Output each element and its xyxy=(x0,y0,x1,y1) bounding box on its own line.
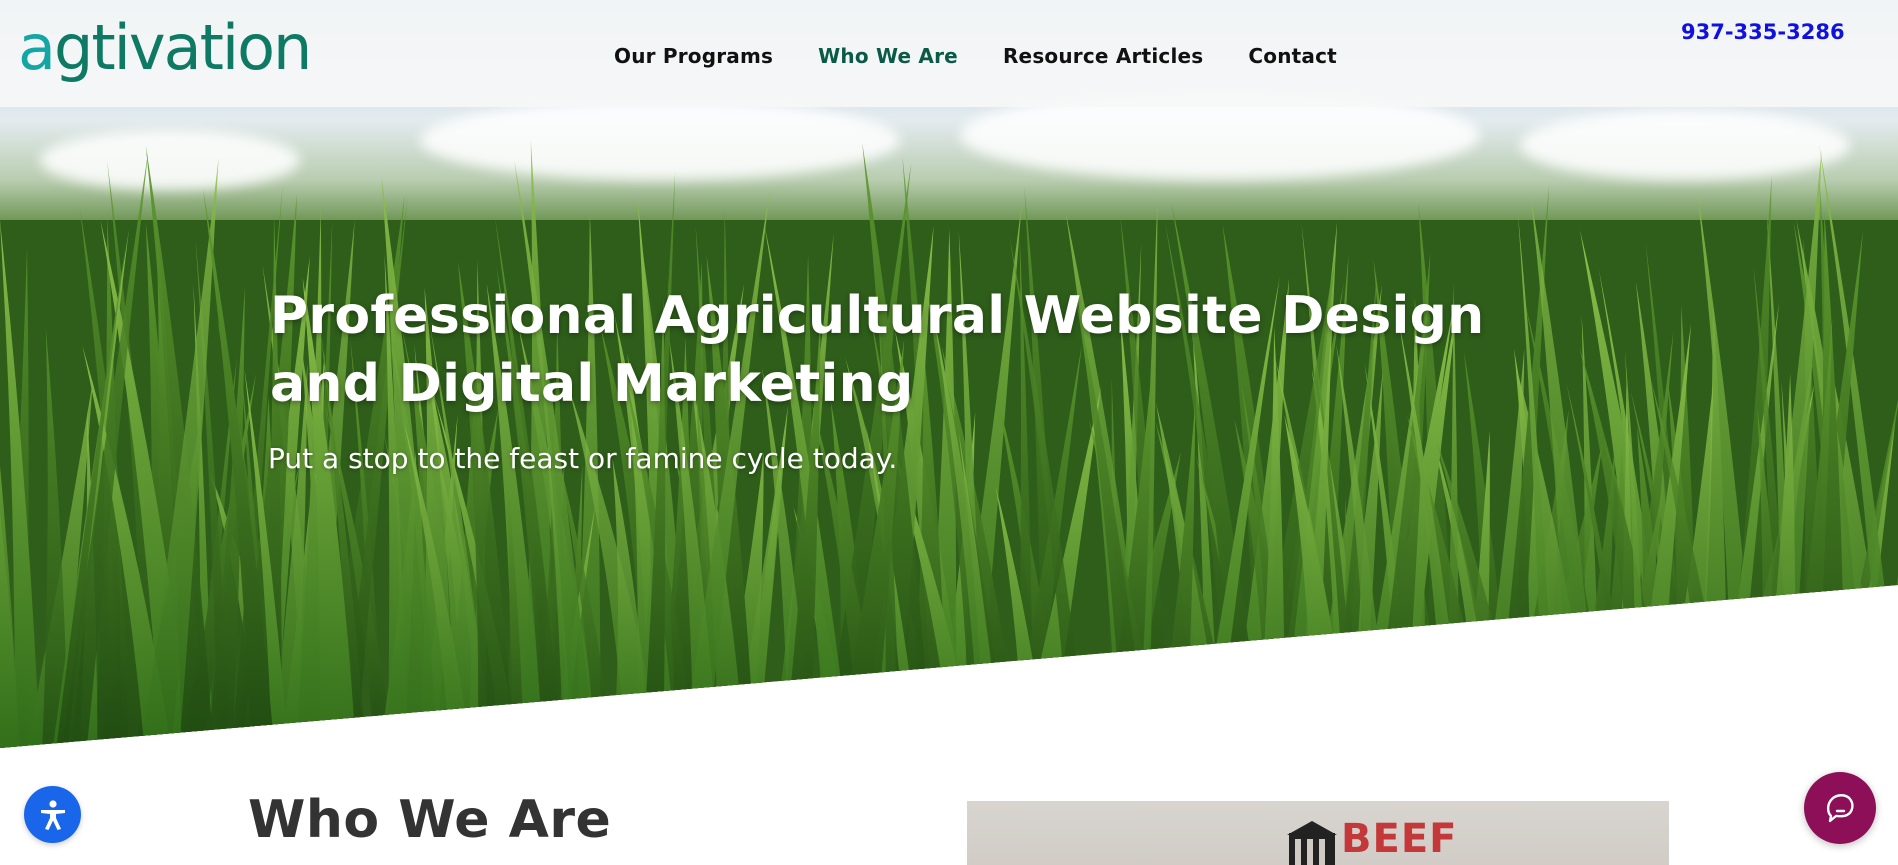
beef-sign-text: BEEF xyxy=(1341,816,1458,862)
nav-resource-articles[interactable]: Resource Articles xyxy=(1003,44,1203,68)
hero-title: Professional Agricultural Website Design… xyxy=(270,286,1485,414)
agtivation-logo[interactable]: agtivation xyxy=(18,8,312,88)
chat-bubble-icon xyxy=(1826,794,1854,823)
main-navigation: Our Programs Who We Are Resource Article… xyxy=(614,44,1382,68)
who-we-are-heading: Who We Are xyxy=(248,790,612,850)
nav-contact[interactable]: Contact xyxy=(1248,44,1337,68)
chat-button[interactable] xyxy=(1804,772,1876,844)
accessibility-icon xyxy=(40,799,65,830)
beef-sign: BEEF xyxy=(1287,819,1457,865)
logo-wordmark: agtivation xyxy=(18,11,312,84)
site-header: agtivation Our Programs Who We Are Resou… xyxy=(0,0,1898,107)
nav-who-we-are[interactable]: Who We Are xyxy=(818,44,958,68)
barn-graphic xyxy=(1287,821,1337,865)
phone-link[interactable]: 937-335-3286 xyxy=(1681,20,1845,44)
hero-subtitle: Put a stop to the feast or famine cycle … xyxy=(268,442,898,475)
page: agtivation Our Programs Who We Are Resou… xyxy=(0,0,1898,865)
accessibility-button[interactable] xyxy=(24,786,81,843)
nav-our-programs[interactable]: Our Programs xyxy=(614,44,773,68)
who-we-are-image: BEEF xyxy=(967,801,1669,865)
